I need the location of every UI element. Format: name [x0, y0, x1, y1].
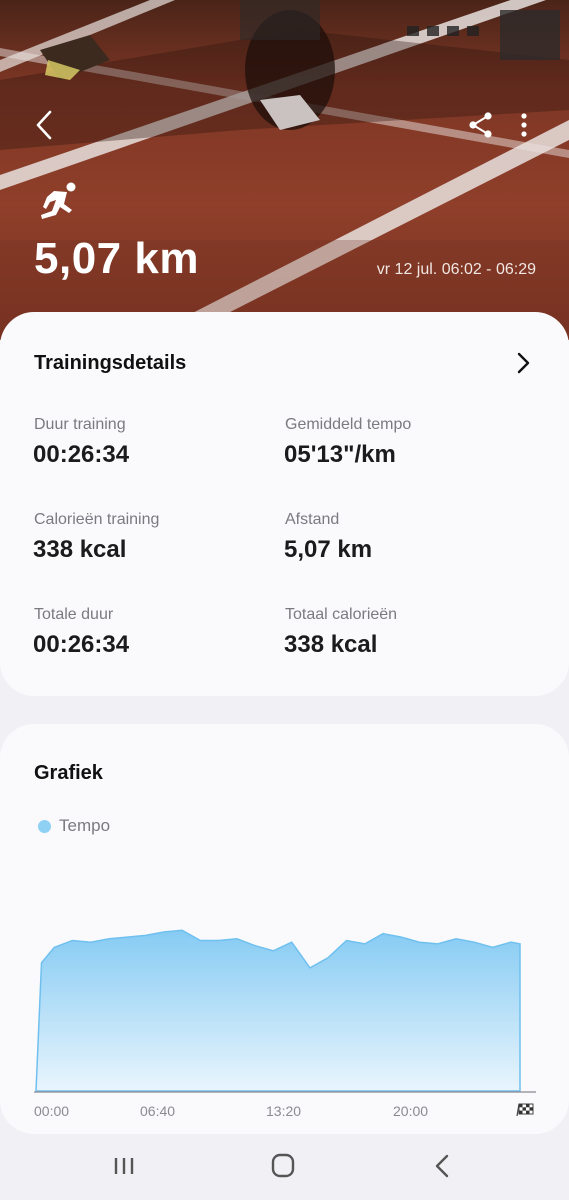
- running-icon: [41, 182, 76, 219]
- stat-value-total-duration: 00:26:34: [33, 631, 130, 658]
- stat-label-total-duration: Totale duur: [34, 606, 114, 623]
- home-icon[interactable]: [265, 1150, 301, 1182]
- stat-label-average-pace: Gemiddeld tempo: [285, 416, 412, 433]
- stat-value-distance: 5,07 km: [284, 536, 373, 563]
- x-tick-2: 13:20: [266, 1103, 301, 1119]
- tempo-area-chart: 00:00 06:40 13:20 20:00: [34, 929, 536, 1119]
- stat-value-training-duration: 00:26:34: [33, 441, 130, 468]
- graph-title: Grafiek: [34, 762, 103, 784]
- track-background: [0, 0, 569, 340]
- signal-icon: [447, 26, 459, 36]
- status-bar-icons: [407, 26, 479, 36]
- distance-headline: 5,07 km: [34, 234, 199, 283]
- wifi-icon: [427, 26, 439, 36]
- workout-date-range: vr 12 jul. 06:02 - 06:29: [376, 261, 536, 278]
- legend-swatch-tempo: [38, 819, 51, 833]
- stat-label-distance: Afstand: [285, 511, 340, 528]
- chevron-left-icon[interactable]: [30, 108, 62, 142]
- recent-apps-icon[interactable]: [106, 1150, 142, 1182]
- alarm-icon: [407, 26, 419, 36]
- stat-value-total-calories: 338 kcal: [284, 631, 378, 658]
- checkered-flag-icon: [516, 1103, 534, 1117]
- x-tick-1: 06:40: [140, 1103, 175, 1119]
- stat-value-average-pace: 05'13"/km: [284, 441, 396, 468]
- more-vertical-icon[interactable]: [512, 110, 536, 140]
- tempo-area: [35, 929, 521, 1092]
- x-tick-0: 00:00: [34, 1103, 69, 1119]
- battery-icon: [467, 26, 479, 36]
- legend-label-tempo: Tempo: [59, 816, 111, 835]
- stat-label-total-calories: Totaal calorieën: [285, 606, 398, 623]
- chart-legend: Tempo: [38, 816, 110, 836]
- stat-label-training-duration: Duur training: [34, 416, 126, 433]
- training-details-title: Trainingsdetails: [34, 352, 187, 374]
- stat-label-training-calories: Calorieën training: [34, 511, 160, 528]
- stat-value-training-calories: 338 kcal: [33, 536, 127, 563]
- hero-banner: 5,07 km vr 12 jul. 06:02 - 06:29: [0, 0, 569, 340]
- chevron-right-icon[interactable]: [512, 350, 534, 376]
- share-icon[interactable]: [466, 110, 496, 140]
- back-icon[interactable]: [425, 1150, 461, 1182]
- x-tick-3: 20:00: [393, 1103, 428, 1119]
